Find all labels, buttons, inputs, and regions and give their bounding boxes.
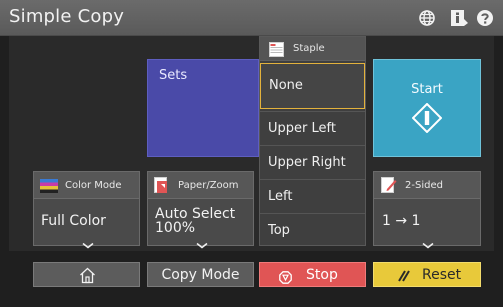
color-mode-title: Color Mode bbox=[65, 180, 122, 191]
staple-option-top[interactable]: Top bbox=[260, 213, 365, 247]
start-label: Start bbox=[411, 82, 443, 97]
color-mode-icon bbox=[40, 178, 58, 193]
two-sided-header: 2-Sided bbox=[374, 172, 480, 199]
two-sided-title: 2-Sided bbox=[405, 180, 443, 191]
staple-option-label: Left bbox=[268, 189, 293, 204]
help-icon[interactable] bbox=[476, 9, 494, 27]
color-mode-value: Full Color bbox=[41, 213, 106, 229]
paper-zoom-header: Paper/Zoom bbox=[148, 172, 253, 199]
reset-label: Reset bbox=[422, 267, 462, 283]
start-button[interactable]: Start bbox=[373, 59, 481, 157]
staple-dropdown[interactable]: Staple None Upper Left Upper Right Left … bbox=[259, 36, 366, 246]
header-bar: Simple Copy bbox=[0, 0, 503, 36]
staple-title: Staple bbox=[293, 43, 325, 54]
sets-tile[interactable]: Sets bbox=[147, 59, 259, 157]
color-mode-header: Color Mode bbox=[34, 172, 139, 199]
staple-header: Staple bbox=[260, 37, 365, 61]
staple-option-label: Top bbox=[268, 223, 290, 238]
chevron-down-icon bbox=[82, 235, 94, 249]
stop-icon bbox=[279, 269, 292, 284]
reset-icon bbox=[396, 268, 412, 283]
paper-zoom-icon bbox=[154, 177, 169, 194]
home-icon bbox=[79, 267, 96, 284]
two-sided-tile[interactable]: 2-Sided 1 → 1 bbox=[373, 171, 481, 249]
home-button[interactable] bbox=[33, 262, 140, 287]
copy-mode-label: Copy Mode bbox=[161, 267, 240, 283]
staple-option-none[interactable]: None bbox=[260, 63, 365, 109]
copy-mode-button[interactable]: Copy Mode bbox=[147, 262, 254, 287]
sets-label: Sets bbox=[159, 68, 188, 83]
staple-icon bbox=[269, 42, 284, 57]
paper-zoom-value-1: Auto Select bbox=[155, 206, 236, 222]
two-sided-icon bbox=[381, 177, 397, 194]
two-sided-value: 1 → 1 bbox=[382, 213, 421, 229]
paper-zoom-value-2: 100% bbox=[155, 220, 196, 236]
stop-button[interactable]: Stop bbox=[259, 262, 366, 287]
paper-zoom-title: Paper/Zoom bbox=[178, 180, 239, 191]
staple-option-label: None bbox=[269, 78, 303, 93]
chevron-down-icon bbox=[422, 235, 434, 249]
globe-icon[interactable] bbox=[418, 9, 436, 27]
staple-option-upper-right[interactable]: Upper Right bbox=[260, 145, 365, 179]
stop-label: Stop bbox=[306, 267, 338, 283]
color-mode-tile[interactable]: Color Mode Full Color bbox=[33, 171, 140, 249]
reset-button[interactable]: Reset bbox=[373, 262, 481, 287]
paper-zoom-tile[interactable]: Paper/Zoom Auto Select 100% bbox=[147, 171, 254, 249]
staple-option-upper-left[interactable]: Upper Left bbox=[260, 111, 365, 145]
staple-option-label: Upper Left bbox=[268, 121, 336, 136]
staple-option-label: Upper Right bbox=[268, 155, 346, 170]
info-icon[interactable] bbox=[450, 9, 469, 27]
chevron-down-icon bbox=[196, 235, 208, 249]
staple-option-left[interactable]: Left bbox=[260, 179, 365, 213]
start-diamond-icon bbox=[411, 102, 443, 134]
app-title: Simple Copy bbox=[9, 6, 125, 27]
